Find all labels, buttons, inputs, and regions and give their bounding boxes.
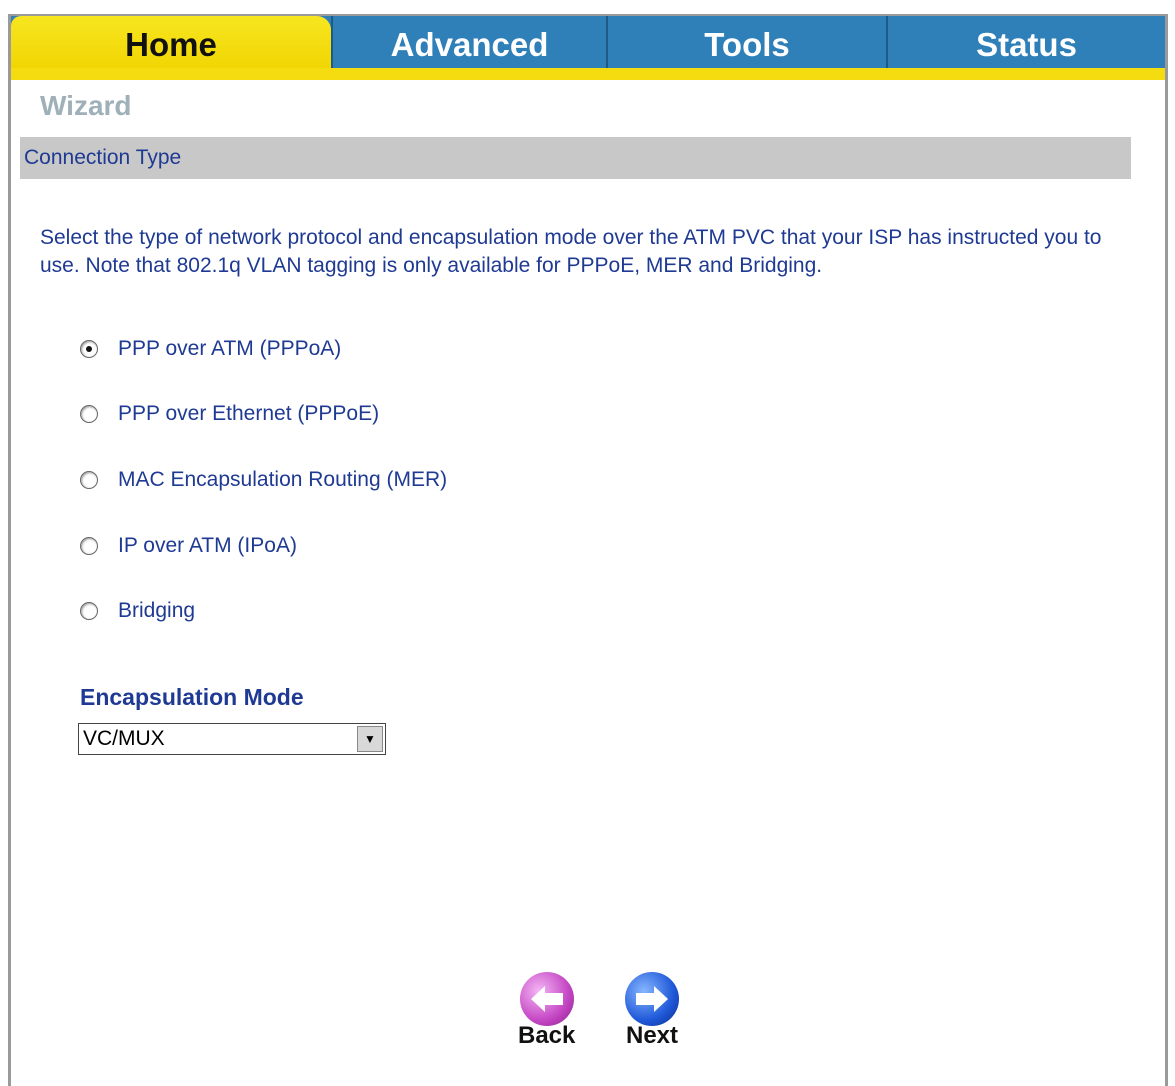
radio-option-mer[interactable]: MAC Encapsulation Routing (MER) [80,468,447,492]
chevron-down-icon[interactable]: ▼ [357,726,383,752]
description-text: Select the type of network protocol and … [40,226,1102,277]
radio-button[interactable] [80,471,98,489]
radio-label: PPP over Ethernet (PPPoE) [118,402,380,425]
radio-button[interactable] [80,340,98,358]
back-arrow-icon [519,972,574,1026]
radio-button[interactable] [80,602,98,620]
tab-underline [11,68,1165,80]
encapsulation-mode-select[interactable]: VC/MUX ▼ [78,723,386,755]
radio-button[interactable] [80,537,98,555]
page-title: Wizard [40,90,132,121]
back-button[interactable]: Back [518,972,575,1050]
radio-option-ipoa[interactable]: IP over ATM (IPoA) [80,534,297,558]
next-button[interactable]: Next [625,972,679,1050]
radio-option-bridging[interactable]: Bridging [80,599,195,623]
section-header: Connection Type [20,137,1131,179]
radio-option-pppoe[interactable]: PPP over Ethernet (PPPoE) [80,402,379,426]
section-title: Connection Type [24,146,182,169]
radio-button[interactable] [80,405,98,423]
radio-label: PPP over ATM (PPPoA) [118,337,342,360]
radio-label: IP over ATM (IPoA) [118,534,297,557]
tab-home[interactable]: Home [11,16,331,74]
select-value: VC/MUX [83,727,165,750]
next-arrow-icon [625,972,679,1026]
next-label: Next [625,1022,679,1049]
tab-tools[interactable]: Tools [606,16,886,74]
radio-label: MAC Encapsulation Routing (MER) [118,468,448,491]
radio-option-pppoa[interactable]: PPP over ATM (PPPoA) [80,337,341,361]
encapsulation-mode-label: Encapsulation Mode [80,684,304,710]
back-label: Back [518,1022,576,1049]
tab-advanced[interactable]: Advanced [331,16,606,74]
radio-label: Bridging [118,599,196,622]
top-nav-tabs: Home Advanced Tools Status [11,16,1165,74]
tab-status[interactable]: Status [886,16,1165,74]
